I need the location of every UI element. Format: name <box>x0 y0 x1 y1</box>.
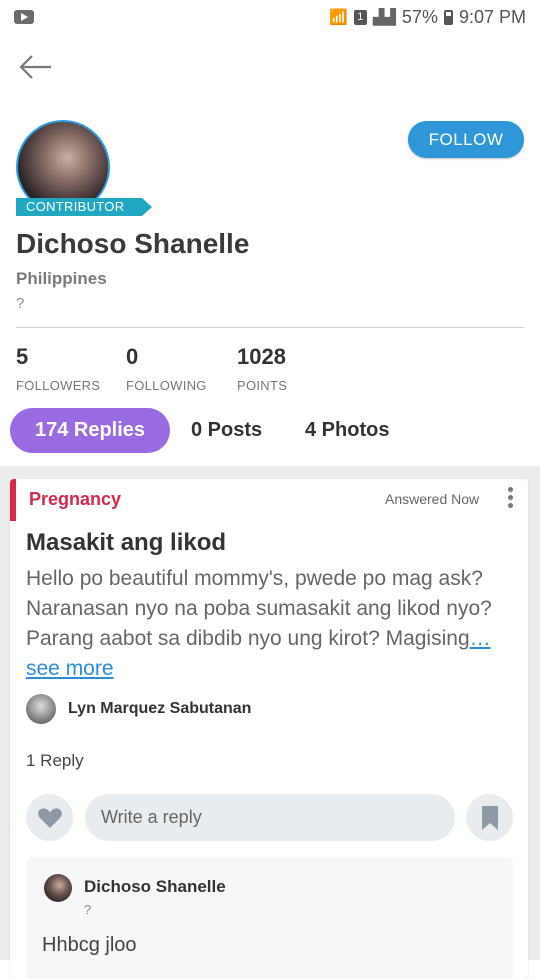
sim-icon: 1 <box>353 9 367 25</box>
points-label: POINTS <box>237 378 288 393</box>
clock: 9:07 PM <box>458 6 526 27</box>
followers-label: FOLLOWERS <box>16 378 101 393</box>
followers-count: 5 <box>16 344 29 369</box>
stat-following[interactable]: 0 FOLLOWING <box>126 344 207 393</box>
signal-icon: ▟▟ <box>372 9 396 26</box>
tab-photos[interactable]: 4 Photos <box>305 408 389 453</box>
answered-status: Answered Now <box>385 491 480 507</box>
bookmark-button[interactable] <box>466 794 513 841</box>
status-bar: 📶 1 ▟▟ 57% 9:07 PM <box>0 0 540 34</box>
back-arrow-icon[interactable] <box>18 52 54 82</box>
profile-country: Philippines <box>16 269 107 288</box>
profile-avatar-block: CONTRIBUTOR <box>16 120 153 220</box>
post-body-text: Hello po beautiful mommy's, pwede po mag… <box>26 567 492 650</box>
reply-author-avatar[interactable] <box>44 874 72 902</box>
more-options-icon[interactable] <box>506 487 514 511</box>
contributor-badge: CONTRIBUTOR <box>16 198 153 216</box>
points-count: 1028 <box>237 344 286 369</box>
reply-text: Hhbcg jloo <box>42 934 137 956</box>
profile-name: Dichoso Shanelle <box>16 228 250 259</box>
stat-followers[interactable]: 5 FOLLOWERS <box>16 344 100 393</box>
author-avatar[interactable] <box>26 694 56 724</box>
reply-item: Dichoso Shanelle ? Hhbcg jloo <box>26 857 513 979</box>
status-icons: 📶 1 ▟▟ 57% 9:07 PM <box>329 7 526 28</box>
following-label: FOLLOWING <box>126 378 207 393</box>
following-count: 0 <box>126 344 139 369</box>
post-category[interactable]: Pregnancy <box>29 489 121 510</box>
post-card[interactable]: Pregnancy Answered Now Masakit ang likod… <box>10 479 528 979</box>
post-body: Hello po beautiful mommy's, pwede po mag… <box>26 564 496 684</box>
category-accent <box>10 479 16 521</box>
profile-bio: ? <box>16 295 25 312</box>
reply-author[interactable]: Dichoso Shanelle <box>84 877 226 897</box>
reply-placeholder: Write a reply <box>101 807 202 827</box>
battery-percent: 57% <box>401 6 438 27</box>
battery-icon <box>443 9 453 25</box>
follow-button[interactable]: FOLLOW <box>408 121 524 158</box>
tab-posts[interactable]: 0 Posts <box>191 408 262 453</box>
reply-count[interactable]: 1 Reply <box>26 751 84 771</box>
tab-replies[interactable]: 174 Replies <box>10 408 170 453</box>
post-title[interactable]: Masakit ang likod <box>26 529 226 557</box>
bookmark-icon <box>481 805 498 830</box>
stat-points: 1028 POINTS <box>237 344 287 393</box>
wifi-icon: 📶 <box>329 9 348 26</box>
heart-icon <box>37 807 62 828</box>
reply-author-bio: ? <box>84 902 92 917</box>
reply-input[interactable]: Write a reply <box>85 794 455 841</box>
divider <box>16 327 524 328</box>
like-button[interactable] <box>26 794 73 841</box>
youtube-notification-icon <box>14 10 34 24</box>
post-author[interactable]: Lyn Marquez Sabutanan <box>68 700 251 718</box>
